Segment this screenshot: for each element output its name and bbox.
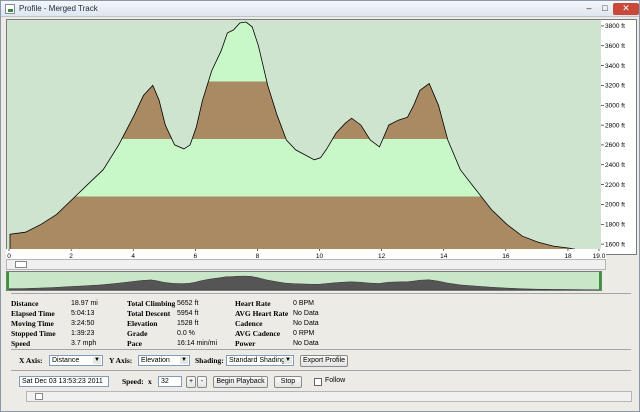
stat-label: Distance — [11, 299, 39, 308]
playback-scrollbar[interactable] — [26, 391, 632, 402]
stat-value: 0 BPM — [293, 299, 315, 307]
stat-value: 5:04:13 — [71, 309, 95, 317]
speed-input[interactable]: 32 — [158, 376, 182, 387]
timestamp-field[interactable]: Sat Dec 03 13:53:23 2011 — [19, 376, 109, 387]
stat-value: 1528 ft — [177, 319, 199, 327]
y-tick-label: 2200 ft — [605, 182, 625, 189]
y-tick-label: 1800 ft — [605, 222, 625, 229]
stat-label: Elevation — [127, 319, 158, 328]
chevron-down-icon: ▼ — [180, 357, 188, 364]
follow-checkbox[interactable] — [314, 378, 322, 386]
x-axis-label: X Axis: — [19, 356, 43, 365]
stat-label: Elapsed Time — [11, 309, 55, 318]
y-tick-label: 3000 ft — [605, 103, 625, 110]
stat-label: Pace — [127, 339, 142, 348]
chart-scrollbar-thumb[interactable] — [15, 261, 27, 268]
stat-label: Total Descent — [127, 309, 171, 318]
x-axis-select-value: Distance — [52, 357, 80, 364]
profile-window: Profile - Merged Track – □ ✕ 1600 ft 1800… — [0, 0, 640, 412]
chart-scrollbar[interactable] — [6, 259, 606, 270]
elevation-chart[interactable] — [7, 20, 607, 257]
title-bar: Profile - Merged Track – □ ✕ — [1, 1, 639, 17]
stat-value: 16:14 min/mi — [177, 339, 218, 347]
elevation-area — [10, 22, 600, 256]
x-axis: 0 2 4 6 8 10 12 14 16 18 19.0 — [6, 249, 606, 260]
shading-band — [10, 81, 600, 139]
stat-value: 18.97 mi — [71, 299, 98, 307]
y-axis-select-value: Elevation — [141, 357, 170, 364]
stat-label: Total Climbing — [127, 299, 176, 308]
shading-label: Shading: — [195, 356, 224, 365]
close-button[interactable]: ✕ — [613, 3, 639, 15]
y-axis-label: Y Axis: — [109, 356, 133, 365]
minimize-button[interactable]: – — [581, 3, 597, 15]
stat-value: No Data — [293, 339, 319, 347]
playback-scrollbar-thumb[interactable] — [35, 393, 43, 400]
y-axis: 1600 ft 1800 ft 2000 ft 2200 ft 2400 ft 2600 … — [601, 19, 637, 255]
stat-label: Grade — [127, 329, 148, 338]
y-axis-select[interactable]: Elevation ▼ — [138, 355, 190, 366]
overview-start-marker[interactable] — [7, 272, 9, 290]
stat-label: Moving Time — [11, 319, 54, 328]
stat-label: Heart Rate — [235, 299, 271, 308]
stats-panel: Distance 18.97 mi Elapsed Time 5:04:13 Movin… — [11, 295, 635, 355]
separator — [11, 349, 631, 350]
speed-decrease-button[interactable]: - — [197, 376, 207, 388]
speed-increase-button[interactable]: + — [186, 376, 196, 388]
export-profile-button[interactable]: Export Profile — [300, 355, 348, 367]
shading-select-value: Standard Shading — [229, 357, 286, 364]
stat-label: AVG Cadence — [235, 329, 281, 338]
shading-band — [10, 138, 600, 197]
y-tick-label: 2800 ft — [605, 122, 625, 129]
y-tick-label: 2400 ft — [605, 162, 625, 169]
overview-end-marker[interactable] — [599, 272, 601, 290]
y-tick-label: 3200 ft — [605, 83, 625, 90]
chevron-down-icon: ▼ — [284, 357, 292, 364]
stat-label: AVG Heart Rate — [235, 309, 289, 318]
stat-value: 1:39:23 — [71, 329, 95, 337]
x-axis-ticks: 0 2 4 6 8 10 12 14 16 18 19.0 — [7, 249, 606, 260]
stat-label: Cadence — [235, 319, 263, 328]
stat-label: Power — [235, 339, 256, 348]
stop-button[interactable]: Stop — [274, 376, 302, 388]
stat-value: No Data — [293, 319, 319, 327]
begin-playback-button[interactable]: Begin Playback — [213, 376, 268, 388]
stat-label: Speed — [11, 339, 31, 348]
stat-label: Stopped Time — [11, 329, 56, 338]
maximize-button[interactable]: □ — [597, 3, 613, 15]
stat-value: 5954 ft — [177, 309, 199, 317]
x-axis-select[interactable]: Distance ▼ — [49, 355, 103, 366]
stat-value: 3:24:50 — [71, 319, 95, 327]
y-tick-label: 3600 ft — [605, 43, 625, 50]
y-tick-label: 2600 ft — [605, 142, 625, 149]
separator — [11, 370, 631, 371]
shading-band — [10, 22, 600, 82]
stat-value: 3.7 mph — [71, 339, 97, 347]
stat-value: 5652 ft — [177, 299, 199, 307]
y-axis-ticks: 1600 ft 1800 ft 2000 ft 2200 ft 2400 ft 2600 … — [601, 23, 625, 248]
stat-value: No Data — [293, 309, 319, 317]
stat-value: 0.0 % — [177, 329, 195, 337]
stat-value: 0 RPM — [293, 329, 315, 337]
elevation-plot-frame — [6, 19, 607, 257]
y-tick-label: 3800 ft — [605, 23, 625, 30]
shading-band — [10, 196, 600, 256]
window-title: Profile - Merged Track — [19, 4, 98, 13]
chevron-down-icon: ▼ — [93, 357, 101, 364]
separator — [11, 293, 631, 294]
y-tick-label: 3400 ft — [605, 63, 625, 70]
overview-strip[interactable] — [6, 271, 602, 291]
follow-label: Follow — [325, 377, 346, 384]
speed-multiplier-label: x — [148, 377, 152, 386]
overview-profile — [6, 275, 602, 291]
y-tick-label: 2000 ft — [605, 202, 625, 209]
overview-area — [6, 275, 602, 291]
app-icon — [5, 4, 15, 14]
shading-select[interactable]: Standard Shading ▼ — [226, 355, 294, 366]
speed-label: Speed: — [122, 377, 144, 386]
y-tick-label: 1600 ft — [605, 241, 625, 248]
